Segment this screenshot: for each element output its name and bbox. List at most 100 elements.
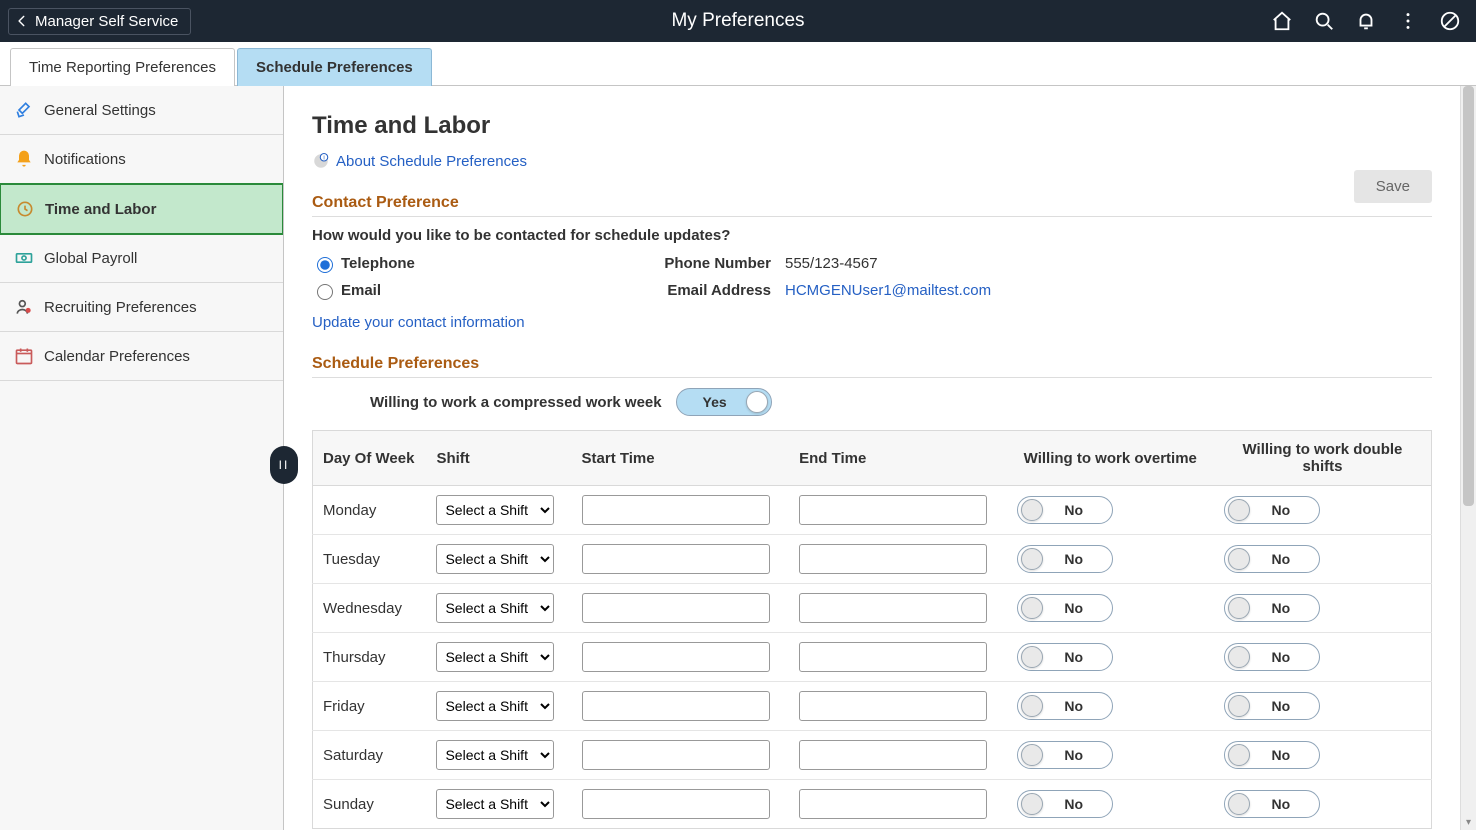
- shift-select[interactable]: Select a Shift: [436, 544, 554, 574]
- back-label: Manager Self Service: [35, 13, 178, 30]
- scrollbar-thumb[interactable]: [1463, 86, 1474, 506]
- content-heading: Time and Labor: [312, 112, 1432, 140]
- bell-icon: [14, 149, 34, 169]
- double-shift-toggle[interactable]: No: [1224, 643, 1320, 671]
- start-time-input[interactable]: [582, 593, 770, 623]
- day-cell: Wednesday: [313, 584, 427, 633]
- email-radio[interactable]: [317, 284, 333, 300]
- overtime-toggle[interactable]: No: [1017, 692, 1113, 720]
- telephone-radio[interactable]: [317, 257, 333, 273]
- na-icon[interactable]: [1438, 9, 1462, 33]
- sidebar-item-time-and-labor[interactable]: Time and Labor: [0, 183, 284, 235]
- start-time-input[interactable]: [582, 691, 770, 721]
- toggle-label: No: [1225, 698, 1319, 714]
- telephone-radio-label: Telephone: [341, 255, 651, 272]
- shift-select[interactable]: Select a Shift: [436, 593, 554, 623]
- shift-select[interactable]: Select a Shift: [436, 789, 554, 819]
- tab-schedule-preferences[interactable]: Schedule Preferences: [237, 48, 432, 86]
- contact-method-email-row: Email Email Address HCMGENUser1@mailtest…: [312, 281, 1432, 300]
- contact-method-telephone-row: Telephone Phone Number 555/123-4567: [312, 254, 1432, 273]
- start-time-input[interactable]: [582, 740, 770, 770]
- chevron-left-icon: [15, 14, 29, 28]
- day-cell: Thursday: [313, 633, 427, 682]
- double-shift-toggle[interactable]: No: [1224, 594, 1320, 622]
- double-shift-toggle[interactable]: No: [1224, 692, 1320, 720]
- double-shift-toggle[interactable]: No: [1224, 790, 1320, 818]
- vertical-scrollbar[interactable]: ▾: [1460, 86, 1476, 830]
- sidebar-item-general-settings[interactable]: General Settings: [0, 86, 283, 135]
- sidebar-item-label: Recruiting Preferences: [44, 299, 197, 316]
- overtime-toggle[interactable]: No: [1017, 643, 1113, 671]
- shift-select[interactable]: Select a Shift: [436, 691, 554, 721]
- shift-select[interactable]: Select a Shift: [436, 495, 554, 525]
- compressed-week-toggle[interactable]: Yes: [676, 388, 772, 416]
- day-cell: Tuesday: [313, 535, 427, 584]
- sidebar-collapse-handle[interactable]: II: [270, 446, 298, 484]
- sidebar-item-label: General Settings: [44, 102, 156, 119]
- double-shift-toggle[interactable]: No: [1224, 545, 1320, 573]
- toggle-label: No: [1018, 698, 1112, 714]
- scrollbar-down-arrow[interactable]: ▾: [1461, 814, 1476, 830]
- save-button[interactable]: Save: [1354, 170, 1432, 203]
- home-icon[interactable]: [1270, 9, 1294, 33]
- end-time-input[interactable]: [799, 740, 987, 770]
- sidebar-item-label: Calendar Preferences: [44, 348, 190, 365]
- compressed-week-label: Willing to work a compressed work week: [370, 394, 662, 411]
- end-time-input[interactable]: [799, 691, 987, 721]
- overtime-toggle[interactable]: No: [1017, 741, 1113, 769]
- start-time-input[interactable]: [582, 642, 770, 672]
- sidebar-item-global-payroll[interactable]: Global Payroll: [0, 234, 283, 283]
- toggle-label: No: [1018, 649, 1112, 665]
- overtime-toggle[interactable]: No: [1017, 790, 1113, 818]
- overtime-toggle[interactable]: No: [1017, 545, 1113, 573]
- end-time-input[interactable]: [799, 789, 987, 819]
- person-icon: [14, 297, 34, 317]
- shift-select[interactable]: Select a Shift: [436, 740, 554, 770]
- email-address-value[interactable]: HCMGENUser1@mailtest.com: [785, 282, 991, 299]
- double-shift-toggle[interactable]: No: [1224, 496, 1320, 524]
- table-row: Tuesday Select a Shift No No: [313, 535, 1432, 584]
- toggle-knob: [746, 391, 768, 413]
- toggle-label: No: [1018, 796, 1112, 812]
- start-time-input[interactable]: [582, 789, 770, 819]
- col-shift: Shift: [426, 431, 571, 486]
- start-time-input[interactable]: [582, 495, 770, 525]
- back-button[interactable]: Manager Self Service: [8, 8, 191, 35]
- end-time-input[interactable]: [799, 495, 987, 525]
- about-schedule-preferences-link[interactable]: About Schedule Preferences: [336, 153, 527, 170]
- sidebar-item-notifications[interactable]: Notifications: [0, 135, 283, 184]
- search-icon[interactable]: [1312, 9, 1336, 33]
- toggle-label: No: [1018, 551, 1112, 567]
- sidebar-item-recruiting-preferences[interactable]: Recruiting Preferences: [0, 283, 283, 332]
- double-shift-toggle[interactable]: No: [1224, 741, 1320, 769]
- end-time-input[interactable]: [799, 642, 987, 672]
- sidebar-item-calendar-preferences[interactable]: Calendar Preferences: [0, 332, 283, 381]
- svg-text:i: i: [323, 156, 324, 162]
- info-icon: i: [312, 152, 330, 170]
- more-icon[interactable]: [1396, 9, 1420, 33]
- overtime-toggle[interactable]: No: [1017, 496, 1113, 524]
- table-row: SaturdaySelect a ShiftNoNo: [313, 731, 1432, 780]
- compressed-week-row: Willing to work a compressed work week Y…: [312, 388, 1432, 416]
- end-time-input[interactable]: [799, 544, 987, 574]
- contact-question: How would you like to be contacted for s…: [312, 227, 1432, 244]
- day-cell: Friday: [313, 682, 427, 731]
- body: General Settings Notifications Time and …: [0, 86, 1476, 830]
- update-contact-info-link[interactable]: Update your contact information: [312, 314, 525, 331]
- day-cell: Monday: [313, 486, 427, 535]
- col-day: Day Of Week: [313, 431, 427, 486]
- table-row: Wednesday Select a Shift No No: [313, 584, 1432, 633]
- end-time-input[interactable]: [799, 593, 987, 623]
- tab-strip: Time Reporting Preferences Schedule Pref…: [0, 42, 1476, 86]
- toggle-label: No: [1225, 796, 1319, 812]
- contact-preference-heading: Contact Preference: [312, 194, 1432, 217]
- tab-time-reporting-preferences[interactable]: Time Reporting Preferences: [10, 48, 235, 86]
- top-bar: Manager Self Service My Preferences: [0, 0, 1476, 42]
- overtime-toggle[interactable]: No: [1017, 594, 1113, 622]
- bell-icon[interactable]: [1354, 9, 1378, 33]
- sidebar-item-label: Time and Labor: [45, 201, 156, 218]
- shift-select[interactable]: Select a Shift: [436, 642, 554, 672]
- about-link-row: i About Schedule Preferences: [312, 152, 1432, 170]
- start-time-input[interactable]: [582, 544, 770, 574]
- col-overtime: Willing to work overtime: [1007, 431, 1214, 486]
